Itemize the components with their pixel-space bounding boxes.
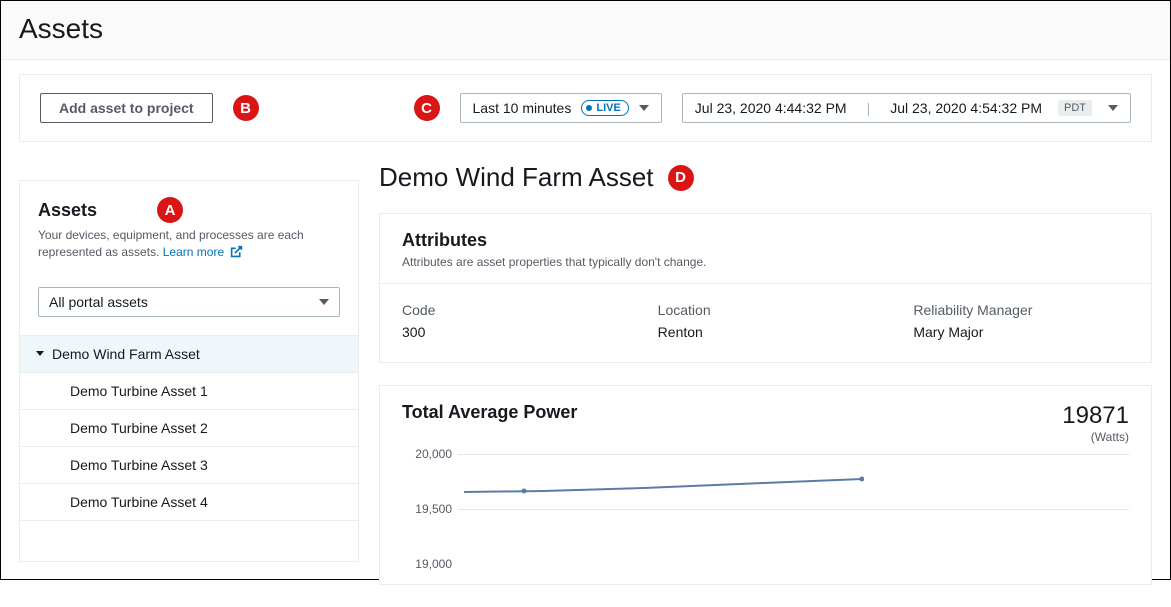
caret-down-icon: [319, 299, 329, 305]
power-chart: 20,000 19,500 19,000: [380, 444, 1151, 584]
tree-item-child[interactable]: Demo Turbine Asset 2: [20, 410, 358, 447]
power-value: 19871: [1062, 402, 1129, 430]
tree-item-child[interactable]: Demo Turbine Asset 1: [20, 373, 358, 410]
attribute-location: Location Renton: [658, 302, 874, 340]
caret-down-icon: [1108, 105, 1118, 111]
portal-assets-select-label: All portal assets: [49, 294, 148, 310]
attributes-subtitle: Attributes are asset properties that typ…: [402, 255, 1129, 269]
y-tick: 19,500: [402, 502, 452, 516]
sidebar-description: Your devices, equipment, and processes a…: [38, 227, 340, 263]
power-unit: (Watts): [1062, 430, 1129, 444]
caret-down-icon: [639, 105, 649, 111]
start-time: Jul 23, 2020 4:44:32 PM: [695, 100, 847, 116]
end-time: Jul 23, 2020 4:54:32 PM: [890, 100, 1042, 116]
sidebar-header: Assets A Your devices, equipment, and pr…: [20, 181, 358, 277]
attributes-title: Attributes: [402, 230, 1129, 251]
callout-a-badge: A: [157, 197, 183, 223]
time-range-picker[interactable]: Jul 23, 2020 4:44:32 PM | Jul 23, 2020 4…: [682, 93, 1131, 123]
asset-detail-title: Demo Wind Farm Asset: [379, 162, 654, 193]
time-separator: |: [863, 100, 875, 116]
expand-icon: [36, 351, 44, 356]
live-badge: LIVE: [581, 100, 628, 116]
chart-line-svg: [464, 470, 864, 500]
asset-detail: Demo Wind Farm Asset D Attributes Attrib…: [379, 162, 1152, 607]
asset-tree: Demo Wind Farm Asset Demo Turbine Asset …: [20, 335, 358, 561]
tree-item-child[interactable]: Demo Turbine Asset 4: [20, 484, 358, 521]
grid-line: [458, 454, 1129, 455]
attributes-panel: Attributes Attributes are asset properti…: [379, 213, 1152, 363]
power-panel: Total Average Power 19871 (Watts) 20,000…: [379, 385, 1152, 585]
attribute-code: Code 300: [402, 302, 618, 340]
y-tick: 19,000: [402, 557, 452, 571]
time-window-label: Last 10 minutes: [473, 100, 572, 116]
timezone-badge: PDT: [1058, 100, 1092, 116]
y-tick: 20,000: [402, 447, 452, 461]
callout-c-badge: C: [414, 95, 440, 121]
portal-assets-select[interactable]: All portal assets: [38, 287, 340, 317]
page-title: Assets: [19, 13, 1152, 45]
callout-b-badge: B: [233, 95, 259, 121]
tree-item-parent[interactable]: Demo Wind Farm Asset: [20, 336, 358, 373]
assets-sidebar: Assets A Your devices, equipment, and pr…: [19, 180, 359, 562]
attribute-reliability-manager: Reliability Manager Mary Major: [913, 302, 1129, 340]
time-window-dropdown[interactable]: Last 10 minutes LIVE: [460, 93, 662, 123]
sidebar-title: Assets: [38, 200, 97, 221]
grid-line: [458, 509, 1129, 510]
external-link-icon: [230, 245, 243, 263]
toolbar: Add asset to project B C Last 10 minutes…: [19, 74, 1152, 142]
learn-more-link[interactable]: Learn more: [163, 245, 244, 259]
tree-item-child[interactable]: Demo Turbine Asset 3: [20, 447, 358, 484]
callout-d-badge: D: [668, 165, 694, 191]
power-title: Total Average Power: [402, 402, 577, 423]
page-header: Assets: [1, 1, 1170, 60]
add-asset-button[interactable]: Add asset to project: [40, 93, 213, 123]
